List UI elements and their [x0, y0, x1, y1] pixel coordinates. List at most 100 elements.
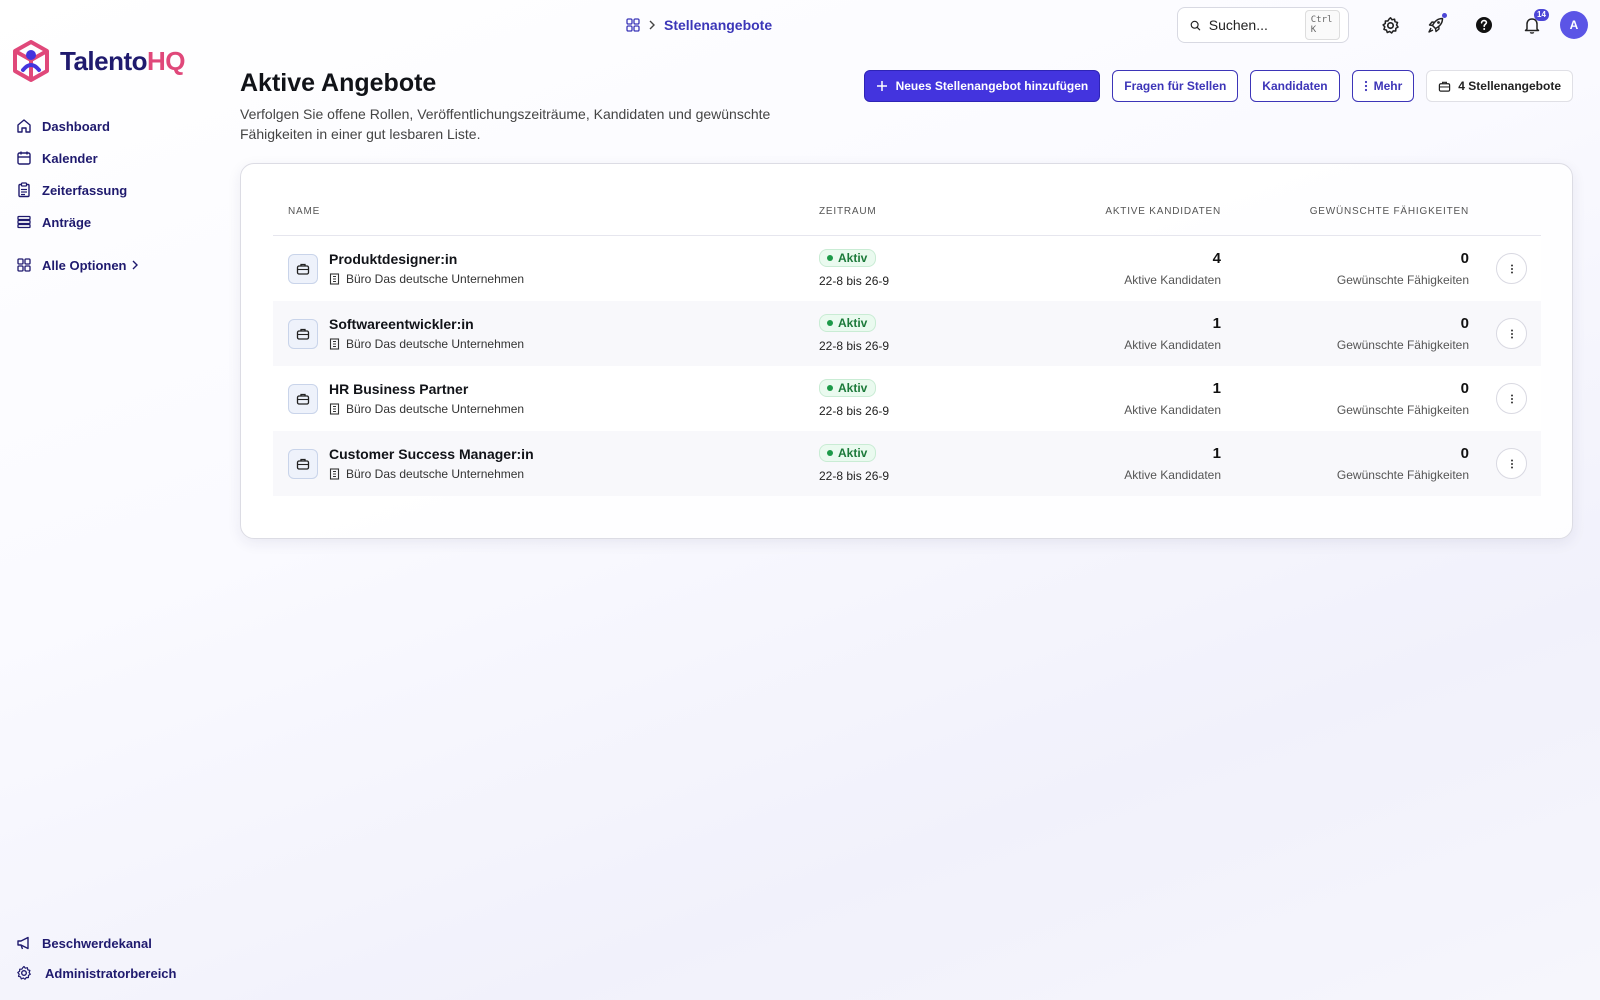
help-circle-icon: [1476, 17, 1492, 33]
job-office-label: Büro Das deutsche Unternehmen: [346, 337, 525, 351]
job-office: Büro Das deutsche Unternehmen: [329, 402, 524, 416]
briefcase-icon: [288, 384, 318, 414]
table-row[interactable]: Softwareentwickler:in Büro Das deutsche …: [273, 301, 1541, 366]
building-icon: [329, 273, 340, 285]
rocket-button[interactable]: [1424, 13, 1448, 37]
skills-label: Gewünschte Fähigkeiten: [1336, 403, 1469, 417]
row-menu-button[interactable]: [1496, 448, 1527, 479]
user-avatar[interactable]: A: [1560, 11, 1588, 39]
sidebar-item-label: Anträge: [42, 214, 92, 230]
sidebar-item-antraege[interactable]: Anträge: [16, 206, 139, 238]
page-subtitle: Verfolgen Sie offene Rollen, Veröffentli…: [240, 106, 771, 142]
table-body: Produktdesigner:in Büro Das deutsche Unt…: [273, 236, 1541, 496]
settings-button[interactable]: [1378, 13, 1402, 37]
chevron-right-icon: [649, 20, 655, 30]
search-shortcut: Ctrl K: [1304, 10, 1340, 40]
job-title[interactable]: Softwareentwickler:in: [329, 316, 474, 332]
column-header-period: Zeitraum: [819, 206, 877, 217]
candidates-count: 1: [1212, 315, 1221, 332]
candidates-label: Aktive Kandidaten: [1124, 338, 1221, 352]
job-questions-button[interactable]: Fragen für Stellen: [1112, 70, 1239, 102]
column-header-skills: Gewünschte Fähigkeiten: [1309, 206, 1469, 217]
candidates-count: 1: [1212, 445, 1221, 462]
building-icon: [329, 403, 340, 415]
job-title[interactable]: Customer Success Manager:in: [329, 446, 534, 462]
help-button[interactable]: [1472, 13, 1496, 37]
rocket-icon: [1428, 17, 1444, 33]
calendar-icon: [17, 151, 31, 165]
skills-count: 0: [1460, 315, 1469, 332]
job-office: Büro Das deutsche Unternehmen: [329, 272, 524, 286]
notifications-button[interactable]: 14: [1520, 9, 1549, 37]
brand-logo[interactable]: TalentoHQ: [12, 40, 186, 82]
sidebar-item-zeiterfassung[interactable]: Zeiterfassung: [16, 174, 139, 206]
candidates-label: Aktive Kandidaten: [1124, 403, 1221, 417]
more-vertical-icon: [1364, 80, 1367, 92]
sidebar-item-all-options[interactable]: Alle Optionen: [16, 249, 139, 281]
search-box[interactable]: Ctrl K: [1177, 7, 1349, 43]
job-office: Büro Das deutsche Unternehmen: [329, 467, 524, 481]
status-badge: Aktiv: [819, 379, 877, 397]
building-icon: [329, 338, 340, 350]
candidates-count: 1: [1212, 380, 1221, 397]
job-offers-card: Name Zeitraum Aktive Kandidaten Gewünsch…: [240, 163, 1573, 539]
more-label: Mehr: [1373, 79, 1403, 93]
skills-label: Gewünschte Fähigkeiten: [1336, 338, 1469, 352]
notifications-count-badge: 14: [1534, 9, 1549, 21]
gear-icon: [1381, 16, 1399, 34]
more-vertical-icon: [1510, 459, 1513, 468]
grid-icon: [17, 258, 31, 272]
nav-divider: [16, 238, 139, 249]
more-vertical-icon: [1510, 329, 1513, 338]
sidebar-bottom: Beschwerdekanal Administratorbereich: [16, 928, 176, 988]
sidebar-item-label: Dashboard: [42, 118, 110, 134]
home-icon: [17, 119, 31, 133]
add-job-offer-label: Neues Stellenangebot hinzufügen: [895, 79, 1089, 93]
apps-grid-icon[interactable]: [626, 18, 640, 32]
page-title: Aktive Angebote: [240, 69, 437, 97]
rocket-indicator-dot: [1442, 13, 1447, 18]
table-row[interactable]: Produktdesigner:in Büro Das deutsche Unt…: [273, 236, 1541, 301]
briefcase-icon: [288, 254, 318, 284]
more-vertical-icon: [1510, 264, 1513, 273]
skills-label: Gewünschte Fähigkeiten: [1336, 468, 1469, 482]
job-title[interactable]: Produktdesigner:in: [329, 251, 457, 267]
job-period: 22-8 bis 26-9: [819, 274, 890, 288]
search-input[interactable]: [1208, 17, 1297, 33]
job-count-label: 4 Stellenangebote: [1458, 79, 1561, 93]
add-job-offer-button[interactable]: Neues Stellenangebot hinzufügen: [863, 70, 1101, 102]
job-title[interactable]: HR Business Partner: [329, 381, 468, 397]
row-menu-button[interactable]: [1496, 318, 1527, 349]
sidebar-item-label: Administratorbereich: [45, 965, 177, 981]
skills-count: 0: [1460, 445, 1469, 462]
sidebar-item-beschwerdekanal[interactable]: Beschwerdekanal: [16, 928, 176, 958]
breadcrumb: Stellenangebote: [626, 14, 772, 36]
skills-label: Gewünschte Fähigkeiten: [1336, 273, 1469, 287]
plus-icon: [876, 81, 887, 91]
candidates-button[interactable]: Kandidaten: [1250, 70, 1340, 102]
job-office: Büro Das deutsche Unternehmen: [329, 337, 524, 351]
job-period: 22-8 bis 26-9: [819, 404, 890, 418]
sidebar-item-administratorbereich[interactable]: Administratorbereich: [16, 958, 176, 988]
table-row[interactable]: HR Business Partner Büro Das deutsche Un…: [273, 366, 1541, 431]
column-header-candidates: Aktive Kandidaten: [1105, 206, 1221, 217]
more-button[interactable]: Mehr: [1351, 70, 1415, 102]
sidebar-item-kalender[interactable]: Kalender: [16, 142, 139, 174]
table-row[interactable]: Customer Success Manager:in Büro Das deu…: [273, 431, 1541, 496]
skills-count: 0: [1460, 250, 1469, 267]
search-icon: [1190, 20, 1201, 30]
sidebar-item-label: Zeiterfassung: [42, 182, 128, 198]
status-badge: Aktiv: [819, 249, 877, 267]
job-office-label: Büro Das deutsche Unternehmen: [346, 402, 525, 416]
gear-icon: [17, 965, 31, 980]
cube-logo-icon: [13, 40, 49, 82]
row-menu-button[interactable]: [1496, 253, 1527, 284]
sidebar-item-dashboard[interactable]: Dashboard: [16, 110, 139, 142]
breadcrumb-current[interactable]: Stellenangebote: [664, 17, 772, 33]
briefcase-icon: [288, 449, 318, 479]
candidates-count: 4: [1212, 250, 1221, 267]
job-period: 22-8 bis 26-9: [819, 469, 890, 483]
more-vertical-icon: [1510, 394, 1513, 403]
row-menu-button[interactable]: [1496, 383, 1527, 414]
header-actions: Neues Stellenangebot hinzufügen Fragen f…: [863, 70, 1573, 102]
